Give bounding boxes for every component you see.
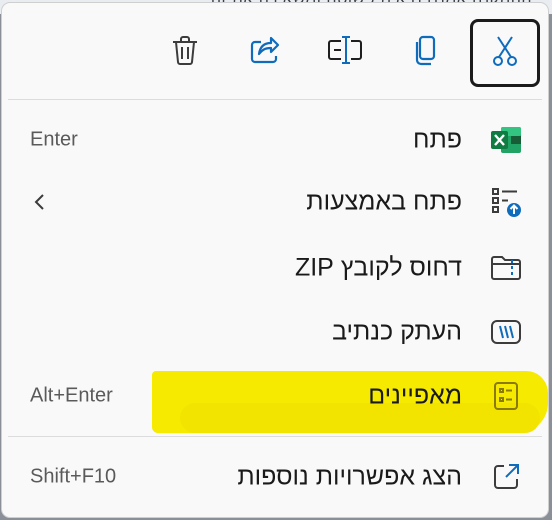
menu-divider [8,436,542,437]
shortcut-text: Shift+F10 [30,465,117,488]
share-button[interactable] [230,19,300,87]
rename-icon [325,33,365,74]
menu-item-properties[interactable]: מאפיינים Alt+Enter [2,365,548,427]
trash-icon [167,33,203,74]
toolbar-divider [8,99,542,100]
share-icon [247,33,283,74]
menu-item-label: הצג אפשרויות נוספות [237,462,462,491]
menu-item-open[interactable]: פתח Enter [2,109,548,171]
shortcut-text: Enter [30,128,78,151]
menu-item-compress-zip[interactable]: דחוס לקובץ ZIP [2,237,548,299]
copy-button[interactable] [390,19,460,87]
menu-item-copy-path[interactable]: העתק כנתיב [2,301,548,363]
scissors-icon [487,33,523,74]
zip-folder-icon [488,250,524,286]
menu-item-label: פתח [413,125,462,154]
rename-button[interactable] [310,19,380,87]
delete-button[interactable] [150,19,220,87]
chevron-left-icon [34,194,44,210]
menu-item-label: מאפיינים [368,381,462,410]
menu-item-label: פתח באמצעות [306,187,462,216]
context-toolbar [2,3,548,100]
menu-item-open-with[interactable]: פתח באמצעות [2,171,548,233]
menu-item-label: העתק כנתיב [332,317,462,346]
copy-icon [407,33,443,74]
copy-path-icon [488,314,524,350]
open-with-icon [488,184,524,220]
shortcut-text: Alt+Enter [30,384,113,407]
more-options-icon [488,459,524,495]
menu-item-label: דחוס לקובץ ZIP [294,253,462,282]
context-menu: פתח Enter פתח באמצעות דחוס לקובץ ZIP העת… [1,2,549,518]
properties-icon [488,378,524,414]
menu-item-show-more-options[interactable]: הצג אפשרויות נוספות Shift+F10 [2,446,548,508]
excel-icon [488,122,524,158]
cut-button[interactable] [470,19,540,87]
